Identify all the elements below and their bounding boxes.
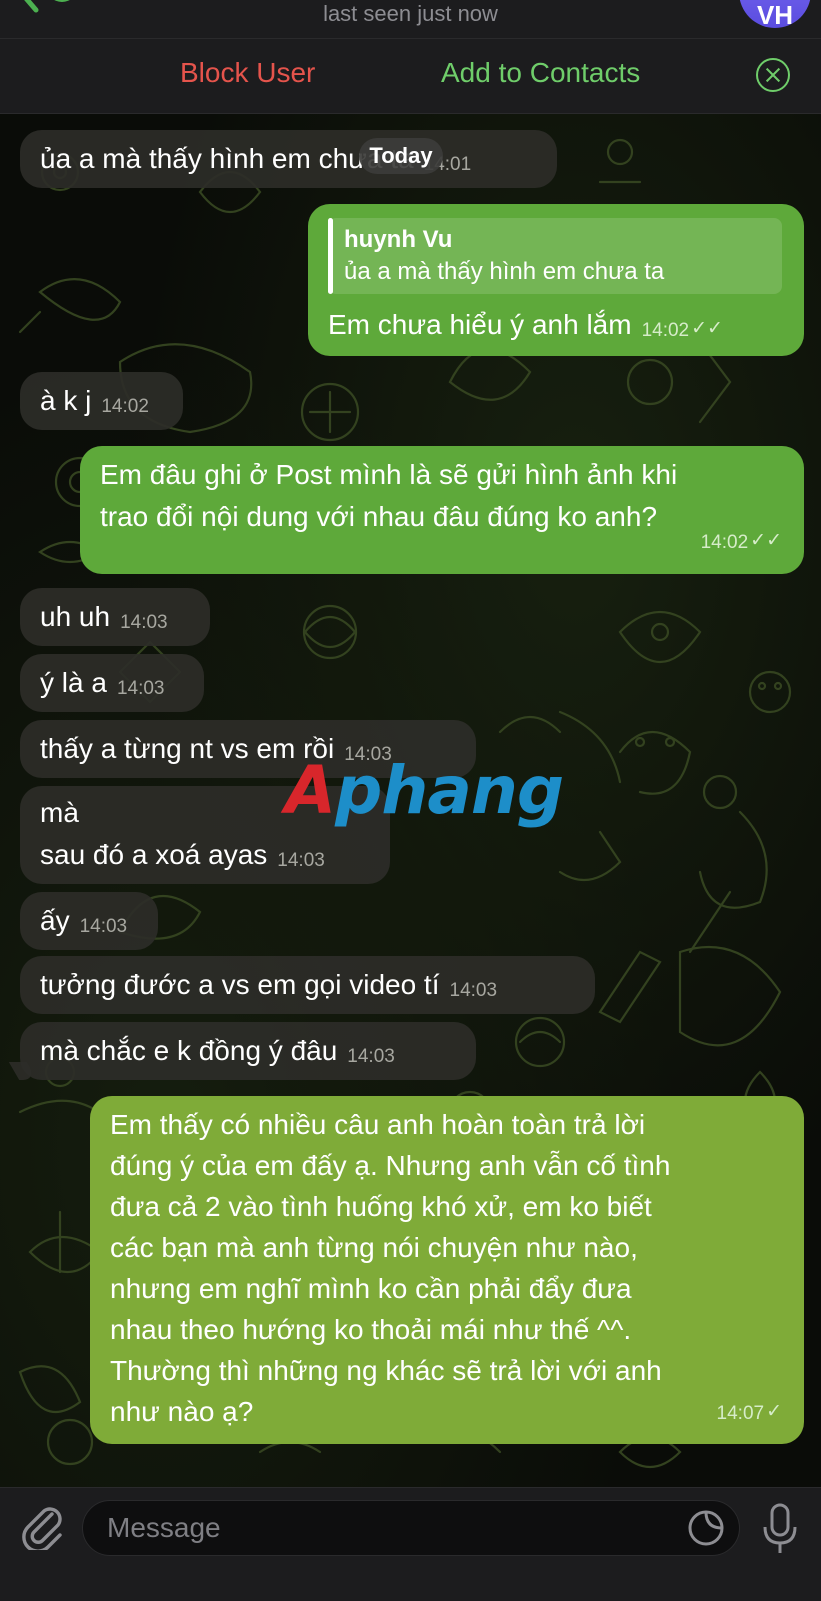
sent-check-icon: ✓ [766,1401,782,1422]
message-text: uh uh [40,601,111,632]
message-input[interactable] [82,1500,740,1556]
message-text-line: như nào ạ? [110,1396,254,1427]
message-time: 14:03 [277,850,325,871]
incoming-message[interactable]: mà chắc e k đồng ý đâu 14:03 [20,1022,476,1080]
incoming-message[interactable]: tưởng đước a vs em gọi video tí 14:03 [20,956,595,1014]
read-checks-icon: ✓✓ [691,318,723,339]
message-text-line: nhau theo hướng ko thoải mái như thế ^^. [110,1314,632,1345]
message-text-line: các bạn mà anh từng nói chuyện như nào, [110,1232,638,1263]
message-time: 14:07 [716,1403,765,1424]
reply-text: ủa a mà thấy hình em chưa ta [344,258,665,285]
message-text: mà chắc e k đồng ý đâu [40,1035,338,1066]
watermark-logo: Aphang [285,752,564,829]
message-time: 14:02 [641,320,690,341]
message-text: ủa a mà thấy hình em chưa ta [40,143,414,174]
message-time: 14:03 [116,678,165,699]
message-text-line: sau đó a xoá ayas [40,839,268,870]
watermark-part-b: phang [335,752,564,829]
incoming-message[interactable]: uh uh 14:03 [20,588,210,646]
message-time: 14:03 [79,916,128,937]
composer-bar [0,1487,821,1601]
message-text: à k j [40,385,92,416]
message-text-line: Thường thì những ng khác sẽ trả lời với … [110,1355,662,1386]
microphone-icon[interactable] [760,1502,800,1556]
outgoing-message[interactable]: huynh Vu ủa a mà thấy hình em chưa ta Em… [308,204,804,356]
outgoing-message[interactable]: Em thấy có nhiều câu anh hoàn toàn trả l… [90,1096,804,1444]
message-time: 14:03 [449,980,498,1001]
reply-author: huynh Vu [344,226,453,253]
message-time: 14:03 [347,1046,395,1067]
message-time: 14:02 [700,532,749,553]
message-text-line: nhưng em nghĩ mình ko cần phải đẩy đưa [110,1273,632,1304]
incoming-message[interactable]: ủa a mà thấy hình em chưa ta 14:01 [20,130,557,188]
message-text-line: trao đổi nội dung với nhau đâu đúng ko a… [100,501,658,532]
message-text: Em chưa hiểu ý anh lắm [328,309,632,340]
message-text-line: Em đâu ghi ở Post mình là sẽ gửi hình ản… [100,459,678,490]
close-icon[interactable] [756,58,790,92]
message-text-line: đúng ý của em đấy ạ. Nhưng anh vẫn cố tì… [110,1150,671,1181]
chat-header: last seen just now VH [0,0,821,38]
paperclip-icon[interactable] [18,1500,66,1550]
unknown-contact-bar: Block User Add to Contacts [0,38,821,114]
message-text: tưởng đước a vs em gọi video tí [40,969,440,1000]
date-pill: Today [359,138,443,174]
sticker-icon[interactable] [686,1508,726,1548]
add-to-contacts-button[interactable]: Add to Contacts [441,57,640,89]
outgoing-message[interactable]: Em đâu ghi ở Post mình là sẽ gửi hình ản… [80,446,804,574]
message-time: 14:02 [101,396,149,417]
last-seen-status: last seen just now [323,1,498,26]
message-text-line: đưa cả 2 vào tình huống khó xử, em ko bi… [110,1191,652,1222]
message-text: ý là a [40,667,107,698]
message-time: 14:03 [120,612,168,633]
watermark-part-a: A [285,752,336,829]
incoming-message[interactable]: ý là a 14:03 [20,654,204,712]
incoming-message[interactable]: ấy 14:03 [20,892,158,950]
incoming-message[interactable]: à k j 14:02 [20,372,183,430]
message-text: ấy [40,905,70,936]
block-user-button[interactable]: Block User [180,57,315,89]
read-checks-icon: ✓✓ [750,530,782,551]
reply-quote[interactable]: huynh Vu ủa a mà thấy hình em chưa ta [328,218,782,294]
message-text-line: Em thấy có nhiều câu anh hoàn toàn trả l… [110,1109,646,1140]
